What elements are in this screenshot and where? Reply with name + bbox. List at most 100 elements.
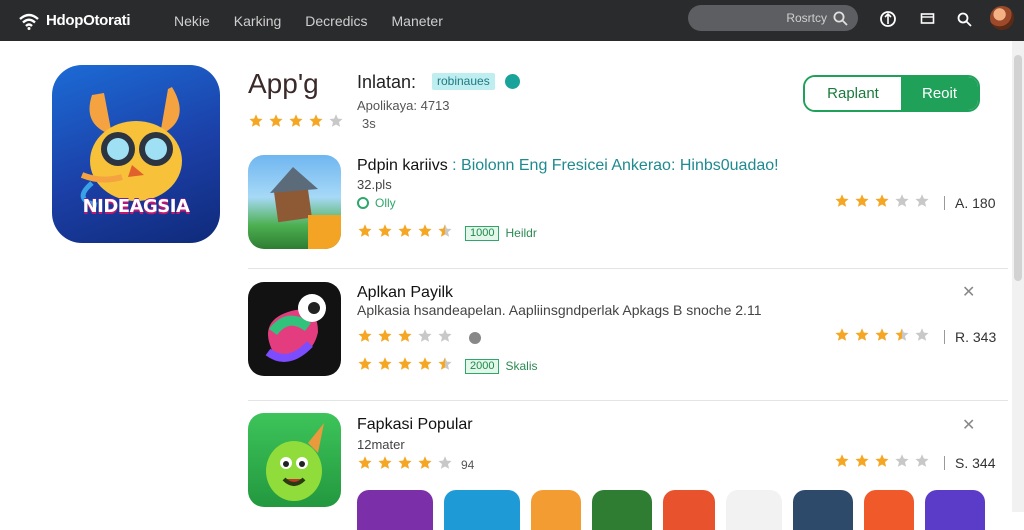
more-apps-strip [357, 490, 996, 530]
badge-label: Heildr [505, 226, 537, 240]
star-icon [269, 114, 283, 127]
nav-item-2[interactable]: Karking [234, 13, 281, 29]
brand-logo[interactable]: HdopOtorati [18, 12, 168, 30]
star-icon [438, 329, 452, 342]
star-rating [834, 193, 934, 213]
app-thumb[interactable] [925, 490, 985, 530]
list-item-title[interactable]: Fapkasi Popular [357, 416, 473, 434]
star-icon [358, 456, 372, 469]
star-icon [875, 328, 889, 341]
star-icon [378, 357, 392, 370]
star-icon [855, 194, 869, 207]
app-thumb[interactable] [444, 490, 520, 530]
verified-icon [505, 74, 520, 89]
search-icon[interactable] [833, 11, 848, 26]
search-input[interactable]: Rosrtcy [688, 5, 858, 31]
list-item-description: : Biolonn Eng Fresicei Ankerao: Hinbs0ua… [452, 157, 779, 174]
app-thumb[interactable] [726, 490, 782, 530]
score-value: S. 344 [955, 455, 996, 471]
star-icon [915, 328, 929, 341]
status-icon [357, 197, 369, 209]
avatar[interactable] [990, 6, 1014, 30]
list-item-icon[interactable] [248, 155, 341, 249]
list-item-score: R. 343 [834, 327, 996, 347]
shield-icon[interactable] [878, 9, 898, 29]
star-icon [309, 114, 323, 127]
brand-name: HdopOtorati [46, 12, 131, 29]
list-item-meta: Olly [357, 196, 396, 210]
star-icon [398, 329, 412, 342]
separator [944, 330, 945, 344]
list-item-size: 12mater [357, 437, 405, 452]
star-rating [834, 327, 934, 347]
star-icon [835, 328, 849, 341]
star-rating [357, 328, 457, 348]
separator [944, 196, 945, 210]
star-icon [398, 456, 412, 469]
score-value: R. 343 [955, 329, 997, 345]
star-icon [289, 114, 303, 127]
star-icon [418, 224, 432, 237]
star-icon [875, 194, 889, 207]
star-icon [378, 456, 392, 469]
star-icon [358, 329, 372, 342]
star-rating [357, 223, 457, 243]
star-icon [249, 114, 263, 127]
star-icon [358, 357, 372, 370]
developer-badge: robinaues [432, 73, 495, 90]
star-rating [834, 453, 934, 473]
info-icon [469, 332, 481, 344]
list-item-size: 32.pls [357, 177, 392, 192]
list-item-score: S. 344 [834, 453, 995, 473]
star-icon [895, 194, 909, 207]
nav-item-4[interactable]: Maneter [392, 13, 443, 29]
list-item-icon[interactable] [248, 282, 341, 376]
main-nav: Nekie Karking Decredics Maneter [174, 13, 467, 29]
list-item-title[interactable]: Pdpin kariivs : Biolonn Eng Fresicei Ank… [357, 157, 779, 175]
star-icon [438, 456, 452, 469]
close-icon[interactable]: ✕ [962, 282, 975, 302]
app-thumb[interactable] [864, 490, 914, 530]
separator [944, 456, 945, 470]
star-icon [398, 224, 412, 237]
star-icon [438, 357, 452, 370]
developer-name[interactable]: Inlatan: [357, 72, 416, 93]
primary-button[interactable]: Reoit [901, 77, 978, 110]
divider [248, 268, 1008, 269]
app-thumb[interactable] [663, 490, 715, 530]
wifi-logo-icon [19, 13, 39, 30]
nav-item-1[interactable]: Nekie [174, 13, 210, 29]
star-icon [855, 328, 869, 341]
action-buttons: Raplant Reoit [803, 75, 980, 112]
list-item-icon[interactable] [248, 413, 341, 507]
star-rating [357, 356, 457, 376]
star-icon [915, 454, 929, 467]
list-item-meta-text: Olly [375, 196, 396, 210]
rating-value: 3s [362, 115, 376, 131]
list-item-rating: 94 [357, 455, 474, 475]
app-thumb[interactable] [793, 490, 853, 530]
star-icon [915, 194, 929, 207]
app-thumb[interactable] [357, 490, 433, 530]
app-icon: NIDEAGSIA [52, 65, 220, 243]
developer-subtitle: Apolikaya: 4713 [357, 98, 450, 113]
nav-item-3[interactable]: Decredics [305, 13, 367, 29]
list-item-description: Aplkasia hsandeapelan. Aapliinsgndperlak… [357, 302, 762, 318]
close-icon[interactable]: ✕ [962, 415, 975, 435]
list-item-meta [357, 328, 481, 348]
secondary-button[interactable]: Raplant [805, 77, 901, 110]
top-bar: HdopOtorati Nekie Karking Decredics Mane… [0, 0, 1024, 41]
window-icon[interactable] [918, 9, 938, 29]
star-icon [418, 456, 432, 469]
app-thumb[interactable] [592, 490, 652, 530]
list-item-score: A. 180 [834, 193, 995, 213]
scrollbar-thumb[interactable] [1014, 55, 1022, 281]
app-icon-text: NIDEAGSIA [82, 196, 190, 217]
star-icon [418, 357, 432, 370]
star-icon [895, 454, 909, 467]
search-icon-small[interactable] [954, 9, 974, 29]
star-icon [438, 224, 452, 237]
list-item-title[interactable]: Aplkan Payilk [357, 284, 453, 302]
star-icon [358, 224, 372, 237]
app-thumb[interactable] [531, 490, 581, 530]
